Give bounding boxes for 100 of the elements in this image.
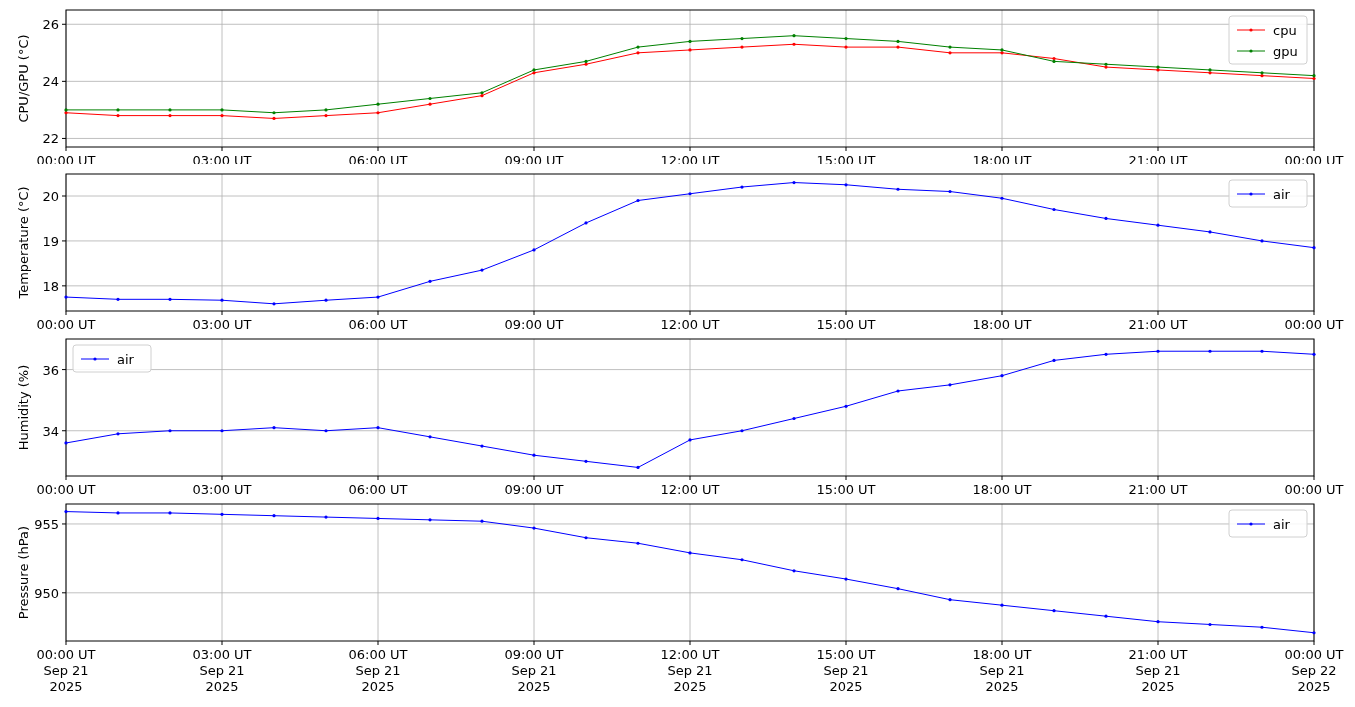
data-point: [688, 48, 692, 52]
data-point: [220, 512, 224, 516]
x-tick-label: 06:00 UT: [348, 317, 408, 329]
x-tick-label: 15:00 UT: [816, 482, 876, 494]
data-point: [1260, 625, 1264, 629]
data-point: [844, 404, 848, 408]
data-point: [740, 429, 744, 433]
data-point: [220, 114, 224, 118]
data-point: [1208, 622, 1212, 627]
x-tick-label: 12:00 UT: [660, 317, 720, 329]
legend-line-icon: [1236, 522, 1266, 526]
data-point: [1000, 196, 1004, 200]
data-point: [272, 514, 276, 518]
data-point: [584, 459, 588, 463]
y-tick-label: 22: [42, 131, 59, 147]
y-axis-label: Temperature (°C): [16, 186, 31, 299]
data-point: [272, 302, 276, 306]
data-point: [220, 429, 224, 433]
data-point: [1104, 216, 1108, 221]
x-tick-label: 18:00 UT: [972, 317, 1032, 329]
data-point: [636, 541, 640, 545]
x-tick-label: 00:00 UT: [36, 317, 96, 329]
data-point: [428, 279, 432, 283]
x-tick-label: 15:00 UT Sep 21 2025: [816, 647, 876, 694]
legend-label: air: [1273, 517, 1290, 532]
data-point: [324, 108, 328, 112]
data-point: [896, 45, 900, 49]
data-point: [168, 108, 172, 112]
data-point: [688, 438, 692, 442]
data-point: [792, 180, 796, 185]
data-point: [376, 111, 380, 115]
y-tick-label: 26: [42, 17, 59, 33]
data-point: [740, 185, 744, 189]
x-tick-label: 09:00 UT: [504, 317, 564, 329]
legend-label: gpu: [1273, 44, 1298, 59]
data-point: [1312, 631, 1316, 635]
data-point: [792, 34, 796, 38]
data-point: [792, 42, 796, 46]
data-point: [844, 577, 848, 581]
y-tick-label: 955: [34, 516, 59, 532]
data-point: [64, 441, 68, 445]
x-tick-label: 15:00 UT: [816, 317, 876, 329]
x-tick-label: 06:00 UT Sep 21 2025: [348, 647, 408, 694]
legend-label: air: [117, 352, 134, 367]
data-point: [740, 36, 744, 41]
data-point: [584, 536, 588, 540]
data-point: [220, 108, 224, 112]
y-tick-label: 950: [34, 585, 59, 601]
data-point: [480, 444, 484, 448]
data-point: [792, 416, 796, 421]
data-point: [948, 51, 952, 55]
data-point: [376, 426, 380, 430]
data-point: [1000, 603, 1004, 607]
y-axis-label: Humidity (%): [16, 364, 31, 451]
data-point: [636, 51, 640, 55]
x-tick-label: 00:00 UT Sep 22 2025: [1284, 647, 1344, 694]
data-point: [896, 587, 900, 591]
data-point: [1104, 352, 1108, 356]
data-point: [948, 383, 952, 387]
data-point: [168, 429, 172, 433]
data-point: [584, 221, 588, 225]
data-point: [116, 297, 120, 301]
data-point: [1312, 352, 1316, 356]
data-point: [116, 511, 120, 515]
data-point: [948, 598, 952, 602]
x-tick-label: 03:00 UT: [192, 482, 252, 494]
x-tick-label: 12:00 UT: [660, 482, 720, 494]
y-axis-label: Pressure (hPa): [16, 525, 31, 620]
x-tick-label: 00:00 UT: [36, 482, 96, 494]
data-point: [376, 295, 380, 299]
data-point: [168, 114, 172, 118]
data-point: [636, 198, 640, 203]
data-point: [740, 558, 744, 562]
x-tick-label: 21:00 UT: [1128, 317, 1188, 329]
legend-label: cpu: [1273, 23, 1297, 38]
data-point: [324, 515, 328, 519]
x-tick-label: 00:00 UT: [1284, 317, 1344, 329]
legend-line-icon: [80, 357, 110, 361]
data-point: [636, 45, 640, 49]
data-point: [532, 248, 536, 252]
data-point: [688, 39, 692, 43]
y-tick-label: 24: [42, 74, 59, 90]
data-point: [532, 526, 536, 530]
data-point: [324, 298, 328, 302]
y-tick-label: 20: [42, 189, 59, 204]
data-point: [1208, 349, 1212, 353]
data-point: [1260, 239, 1264, 243]
data-point: [116, 108, 120, 112]
data-point: [1208, 230, 1212, 234]
x-tick-label: 21:00 UT Sep 21 2025: [1128, 647, 1188, 694]
legend-label: air: [1273, 187, 1290, 202]
data-point: [272, 426, 276, 430]
x-tick-label: 06:00 UT: [348, 482, 408, 494]
data-point: [844, 36, 848, 41]
x-tick-label: 09:00 UT Sep 21 2025: [504, 647, 564, 694]
y-tick-label: 36: [42, 362, 59, 378]
y-tick-label: 18: [42, 278, 59, 294]
x-tick-label: 12:00 UT Sep 21 2025: [660, 647, 720, 694]
x-tick-label: 21:00 UT: [1128, 482, 1188, 494]
data-point: [1156, 620, 1160, 624]
